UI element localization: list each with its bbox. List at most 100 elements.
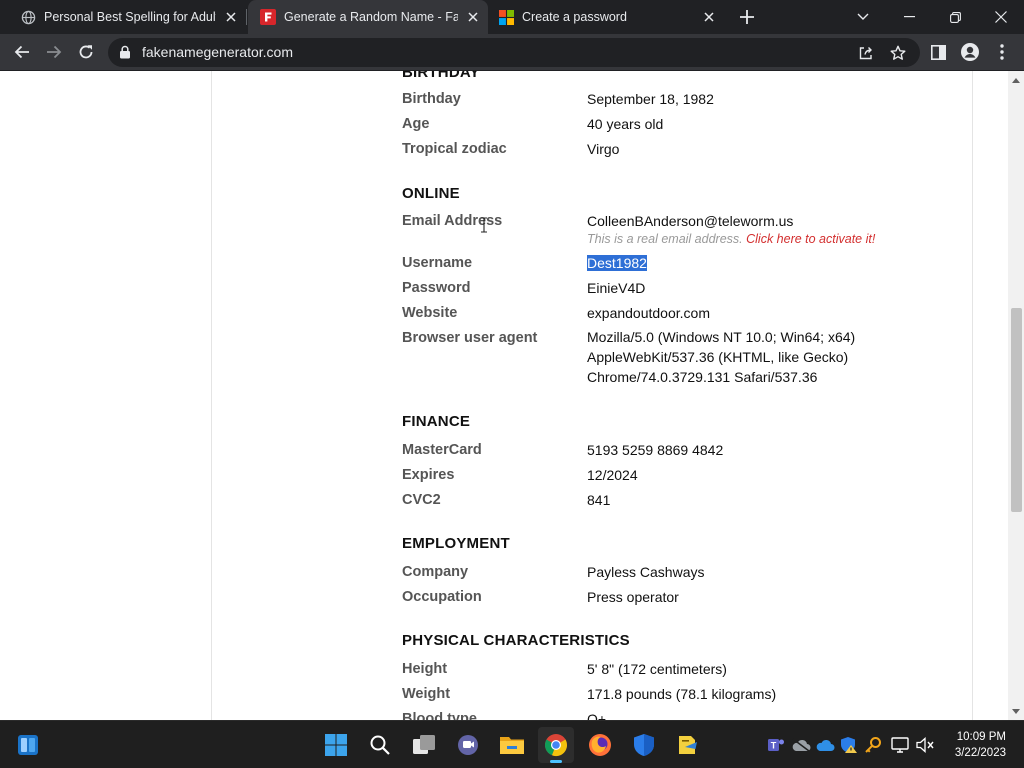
- user-agent-line: Mozilla/5.0 (Windows NT 10.0; Win64; x64…: [587, 329, 856, 345]
- section-heading-employment: EMPLOYMENT: [402, 535, 510, 552]
- windows-taskbar: T 10:09 PM 3/22/2023: [0, 720, 1024, 768]
- label-username: Username: [402, 255, 473, 271]
- email-note: This is a real email address. Click here…: [587, 232, 875, 246]
- clock-date: 3/22/2023: [954, 747, 1006, 759]
- email-note-text: This is a real email address.: [587, 232, 743, 246]
- close-tab-icon[interactable]: [464, 8, 482, 26]
- clock-time: 10:09 PM: [956, 731, 1006, 743]
- page-scrollbar[interactable]: [1008, 71, 1024, 720]
- tab-create-password[interactable]: Create a password: [488, 0, 724, 34]
- arrow-right-icon: [47, 45, 62, 59]
- tab-strip: Personal Best Spelling for Adults, Gener…: [0, 0, 1024, 34]
- close-tab-icon[interactable]: [700, 8, 718, 26]
- profile-button[interactable]: [956, 38, 984, 66]
- fakename-logo-icon: [260, 9, 276, 25]
- label-browser-user-agent: Browser user agent: [402, 330, 538, 346]
- volume-muted-icon[interactable]: [915, 735, 935, 755]
- label-mastercard: MasterCard: [402, 442, 482, 458]
- value-email-address: ColleenBAnderson@teleworm.us: [587, 213, 794, 229]
- scrollbar-thumb[interactable]: [1011, 308, 1022, 512]
- close-icon: [995, 11, 1007, 23]
- minimize-button[interactable]: [886, 0, 932, 34]
- side-panel-icon: [930, 44, 946, 60]
- value-cvc2: 841: [587, 492, 611, 508]
- network-icon[interactable]: [890, 735, 910, 755]
- firefox-icon[interactable]: [582, 727, 618, 763]
- value-password: EinieV4D: [587, 280, 646, 296]
- label-blood-type: Blood type: [402, 711, 477, 720]
- back-button[interactable]: [8, 38, 36, 66]
- label-occupation: Occupation: [402, 589, 482, 605]
- page-viewport: BIRTHDAY Birthday September 18, 1982 Age…: [0, 71, 1008, 720]
- side-panel-button[interactable]: [924, 38, 952, 66]
- label-age: Age: [402, 116, 430, 132]
- label-password: Password: [402, 280, 471, 296]
- browser-menu-button[interactable]: [988, 38, 1016, 66]
- activate-email-link[interactable]: Click here to activate it!: [746, 232, 875, 246]
- tab-personal-best-spelling[interactable]: Personal Best Spelling for Adults,: [8, 0, 246, 34]
- text-cursor-icon: [481, 217, 487, 233]
- key-icon[interactable]: [863, 735, 883, 755]
- content-panel: [211, 71, 973, 720]
- user-agent-line: AppleWebKit/537.36 (KHTML, like Gecko): [587, 349, 849, 365]
- onedrive-offline-icon[interactable]: [791, 735, 811, 755]
- teams-chat-icon[interactable]: [450, 727, 486, 763]
- label-tropical-zodiac: Tropical zodiac: [402, 141, 507, 157]
- more-vertical-icon: [1000, 44, 1004, 60]
- task-view-icon[interactable]: [406, 727, 442, 763]
- minimize-icon: [903, 16, 915, 18]
- notes-app-icon[interactable]: [670, 727, 706, 763]
- defender-icon[interactable]: [626, 727, 662, 763]
- tab-fakename-generator[interactable]: Generate a Random Name - Fake: [248, 0, 488, 34]
- tab-search-button[interactable]: [840, 0, 886, 34]
- profile-icon: [961, 43, 979, 61]
- label-company: Company: [402, 564, 469, 580]
- value-expires: 12/2024: [587, 467, 638, 483]
- value-browser-user-agent: Mozilla/5.0 (Windows NT 10.0; Win64; x64…: [587, 327, 855, 387]
- search-icon[interactable]: [362, 727, 398, 763]
- scroll-down-arrow-icon[interactable]: [1008, 704, 1024, 718]
- value-mastercard: 5193 5259 8869 4842: [587, 442, 724, 458]
- restore-button[interactable]: [932, 0, 978, 34]
- selected-username-text[interactable]: Dest1982: [587, 255, 647, 271]
- scroll-up-arrow-icon[interactable]: [1008, 73, 1024, 87]
- label-cvc2: CVC2: [402, 492, 441, 508]
- start-icon[interactable]: [318, 727, 354, 763]
- close-tab-icon[interactable]: [222, 8, 240, 26]
- share-icon[interactable]: [856, 43, 876, 63]
- onedrive-icon[interactable]: [815, 735, 835, 755]
- value-blood-type: O+: [587, 711, 607, 720]
- label-expires: Expires: [402, 467, 455, 483]
- restore-icon: [949, 11, 961, 23]
- url-text[interactable]: fakenamegenerator.com: [142, 38, 293, 67]
- forward-button[interactable]: [40, 38, 68, 66]
- new-tab-button[interactable]: [734, 5, 760, 29]
- close-window-button[interactable]: [978, 0, 1024, 34]
- system-clock[interactable]: 10:09 PM 3/22/2023: [940, 729, 1006, 761]
- security-alert-icon[interactable]: [839, 735, 859, 755]
- label-weight: Weight: [402, 686, 451, 702]
- file-explorer-icon[interactable]: [494, 727, 530, 763]
- value-occupation: Press operator: [587, 589, 679, 605]
- chrome-icon[interactable]: [538, 727, 574, 763]
- section-heading-physical-characteristics: PHYSICAL CHARACTERISTICS: [402, 632, 630, 649]
- value-birthday: September 18, 1982: [587, 91, 714, 107]
- reload-button[interactable]: [72, 38, 100, 66]
- value-website: expandoutdoor.com: [587, 305, 710, 321]
- tab-title: Personal Best Spelling for Adults,: [44, 10, 216, 24]
- value-company: Payless Cashways: [587, 564, 705, 580]
- lock-icon[interactable]: [118, 45, 132, 59]
- user-agent-line: Chrome/74.0.3729.131 Safari/537.36: [587, 369, 818, 385]
- svg-text:T: T: [771, 741, 777, 751]
- address-bar[interactable]: fakenamegenerator.com: [108, 38, 920, 67]
- bookmark-star-icon[interactable]: [888, 43, 908, 63]
- widgets-icon[interactable]: [10, 727, 46, 763]
- teams-tray-icon[interactable]: T: [766, 735, 786, 755]
- reload-icon: [79, 45, 93, 59]
- label-birthday: Birthday: [402, 91, 461, 107]
- value-height: 5' 8" (172 centimeters): [587, 661, 727, 677]
- tab-title: Generate a Random Name - Fake: [284, 10, 458, 24]
- section-heading-birthday: BIRTHDAY: [402, 71, 480, 81]
- section-heading-finance: FINANCE: [402, 413, 471, 430]
- value-tropical-zodiac: Virgo: [587, 141, 620, 157]
